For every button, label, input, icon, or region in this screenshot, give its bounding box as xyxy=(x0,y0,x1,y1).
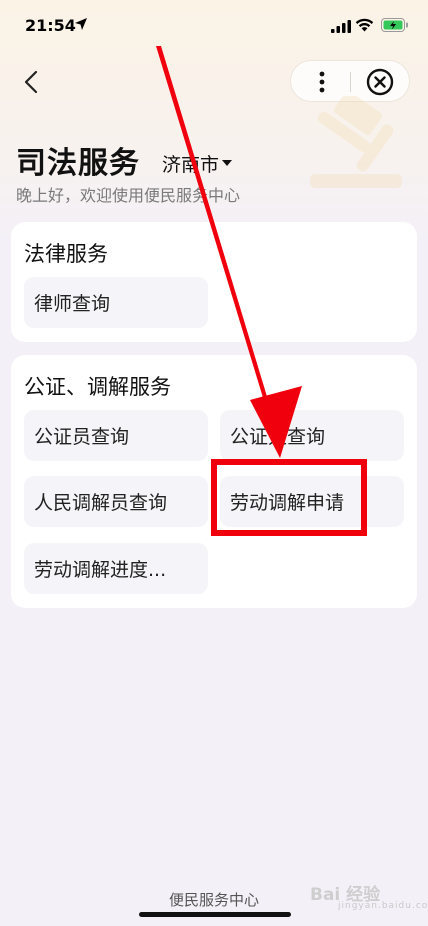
more-dots-icon[interactable] xyxy=(318,71,326,93)
highlight-box xyxy=(211,459,367,536)
cellular-signal-icon xyxy=(331,20,351,33)
notary-office-query-button[interactable]: 公证处查询 xyxy=(220,410,404,461)
lawyer-query-button[interactable]: 律师查询 xyxy=(24,277,208,328)
home-indicator[interactable] xyxy=(139,912,291,917)
section-title: 公证、调解服务 xyxy=(24,375,171,399)
notary-query-button[interactable]: 公证员查询 xyxy=(24,410,208,461)
status-bar: 21:54 xyxy=(0,0,428,50)
greeting-text: 晚上好，欢迎使用便民服务中心 xyxy=(16,186,241,205)
location-arrow-icon xyxy=(75,18,87,30)
city-label: 济南市 xyxy=(162,153,220,176)
page-title: 司法服务 xyxy=(16,146,140,181)
mediator-query-button[interactable]: 人民调解员查询 xyxy=(24,476,208,527)
labor-mediation-progress-button[interactable]: 劳动调解进度... xyxy=(24,543,208,594)
caret-down-icon xyxy=(222,160,233,166)
battery-charging-icon xyxy=(381,18,408,32)
legal-services-card: 法律服务 律师查询 xyxy=(11,222,417,342)
back-chevron-icon[interactable] xyxy=(18,66,46,98)
gavel-icon xyxy=(310,96,402,188)
status-time: 21:54 xyxy=(25,16,76,35)
close-circle-icon[interactable] xyxy=(366,68,394,96)
city-selector[interactable]: 济南市 xyxy=(162,150,233,176)
section-title: 法律服务 xyxy=(24,242,108,266)
watermark-sub: jingyan.baidu.com xyxy=(338,901,428,911)
capsule-divider xyxy=(350,72,351,92)
wifi-icon xyxy=(355,18,374,32)
